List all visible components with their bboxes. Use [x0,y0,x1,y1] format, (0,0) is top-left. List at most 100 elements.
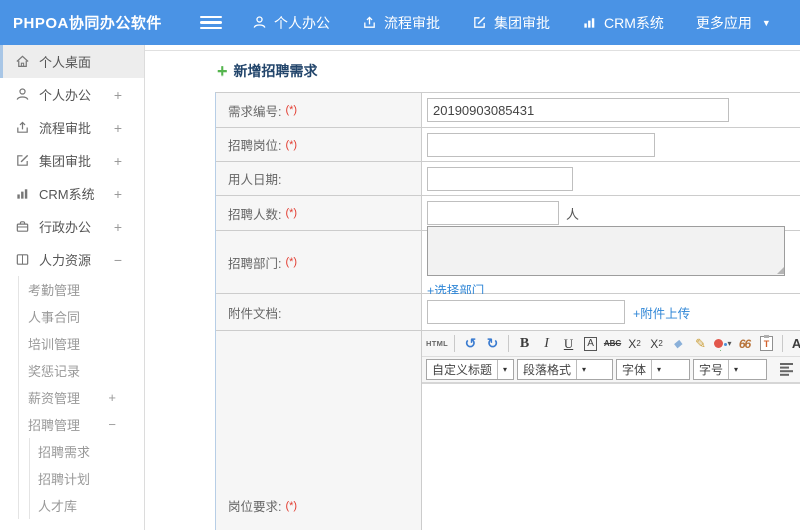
expand-plus-icon[interactable]: + [114,87,122,103]
subitem-label: 人事合同 [28,310,81,325]
sidebar-subitem-recruit-demand[interactable]: 招聘需求 [30,438,144,465]
sidebar-subitem-rewards[interactable]: 奖惩记录 [19,357,144,384]
editor-content-area[interactable] [422,384,800,530]
subitem-label: 薪资管理 [28,391,81,406]
form-row-attachment: 附件文档: +附件上传 [216,293,800,330]
custom-heading-select[interactable]: 自定义标题 ▾ [426,359,514,380]
bold-button[interactable]: B [515,333,534,354]
sidebar-item-personal-desktop[interactable]: 个人桌面 [0,45,144,78]
required-mark: (*) [285,499,298,512]
sidebar-subitem-salary[interactable]: 薪资管理 + [19,384,144,411]
label-text: 附件文档: [228,306,282,321]
hire-date-input[interactable] [427,166,573,191]
home-icon [14,54,30,70]
toolbar-separator [508,335,510,352]
redo-button[interactable]: ↻ [483,333,502,354]
font-color-button[interactable]: A▾ [789,333,800,354]
sidebar-subitem-recruit-plan[interactable]: 招聘计划 [30,465,144,492]
underline-button[interactable]: U [559,333,578,354]
sidebar-subitem-training[interactable]: 培训管理 [19,330,144,357]
topnav-personal-office[interactable]: 个人办公 [252,13,330,33]
select-value: 字体 [622,363,647,377]
headcount-input[interactable] [427,201,559,225]
clipboard-icon: T [760,335,774,351]
hamburger-menu-icon[interactable] [200,13,222,33]
paste-button[interactable]: T [757,333,776,354]
department-textarea[interactable] [427,225,785,276]
editor-toolbar: HTML ↺ ↻ B I U A ABC X2 X 2 ◆ ✎ ▾ 66 T A… [422,331,800,384]
subitem-label: 招聘计划 [38,472,91,487]
strikethrough-button[interactable]: ABC [603,333,622,354]
resize-handle[interactable] [777,266,784,274]
field-label: 附件文档: [216,294,422,330]
demand-number-input[interactable] [427,98,729,122]
briefcase-icon [14,219,30,235]
subitem-label: 招聘管理 [28,418,81,433]
upload-attachment-link[interactable]: +附件上传 [633,303,690,322]
expand-plus-icon[interactable]: + [114,186,122,202]
html-source-button[interactable]: HTML [426,333,448,354]
flow-icon [362,15,377,30]
font-family-select[interactable]: 字体 ▾ [616,359,690,380]
collapse-minus-icon[interactable]: − [114,252,122,268]
sidebar-item-label: 个人办公 [39,88,92,103]
caret-down-icon: ▾ [497,360,512,379]
edit-icon [472,15,487,30]
sidebar-subitem-attendance[interactable]: 考勤管理 [19,276,144,303]
expand-plus-icon[interactable]: + [114,120,122,136]
field-label: 用人日期: [216,162,422,195]
topnav-label: CRM系统 [604,14,664,31]
sidebar-item-admin-office[interactable]: 行政办公 + [0,210,144,243]
position-input[interactable] [427,132,655,157]
label-text: 需求编号: [228,104,282,119]
collapse-minus-icon[interactable]: − [108,417,116,432]
sidebar-item-label: 个人桌面 [39,55,92,70]
sidebar: 个人桌面 个人办公 + 流程审批 + 集团审批 + CRM系统 + 行政办公 +… [0,45,145,530]
subitem-label: 招聘需求 [38,445,91,460]
subscript-button[interactable]: X2 [647,333,666,354]
topnav-crm-system[interactable]: CRM系统 [582,13,664,33]
undo-button[interactable]: ↺ [461,333,480,354]
italic-button[interactable]: I [537,333,556,354]
align-left-icon[interactable] [779,362,795,378]
topnav-group-approval[interactable]: 集团审批 [472,13,550,33]
font-size-select[interactable]: 字号 ▾ [693,359,767,380]
paragraph-format-select[interactable]: 段落格式 ▾ [517,359,613,380]
required-mark: (*) [285,104,298,116]
font-style-button[interactable]: A [581,333,600,354]
expand-plus-icon[interactable]: + [114,219,122,235]
topnav-label: 流程审批 [384,14,440,31]
book-icon [14,252,30,268]
topnav-workflow-approval[interactable]: 流程审批 [362,13,440,33]
app-logo: PHPOA协同办公软件 [13,15,162,32]
sidebar-subitem-talent-pool[interactable]: 人才库 [30,492,144,519]
top-bar: PHPOA协同办公软件 个人办公 流程审批 集团审批 CRM系统 更多应用 ▼ [0,0,800,45]
required-mark: (*) [285,256,298,268]
field-label: 招聘部门: (*) [216,231,422,293]
sidebar-item-crm-system[interactable]: CRM系统 + [0,177,144,210]
sidebar-item-workflow-approval[interactable]: 流程审批 + [0,111,144,144]
superscript-button[interactable]: X2 [625,333,644,354]
caret-down-icon[interactable]: ▼ [762,18,771,28]
blockquote-button[interactable]: 66 [735,333,754,354]
edit-icon [14,153,30,169]
sidebar-subitem-recruitment[interactable]: 招聘管理 − [19,411,144,438]
attachment-input[interactable] [427,300,625,324]
topnav-more-apps[interactable]: 更多应用 [696,13,752,33]
select-value: 字号 [699,363,724,377]
color-palette-icon [713,339,723,348]
format-brush-icon[interactable]: ✎ [691,333,710,354]
sidebar-item-human-resources[interactable]: 人力资源 − [0,243,144,276]
topnav-label: 更多应用 [695,14,752,31]
sidebar-item-personal-office[interactable]: 个人办公 + [0,78,144,111]
field-label: 招聘岗位: (*) [216,128,422,161]
field-label: 需求编号: (*) [216,93,422,127]
sidebar-subitem-hr-contract[interactable]: 人事合同 [19,303,144,330]
eraser-icon[interactable]: ◆ [667,333,690,354]
main-content: + 新增招聘需求 需求编号: (*) 招聘岗位: (*) [145,45,800,530]
expand-plus-icon[interactable]: + [108,390,116,405]
expand-plus-icon[interactable]: + [114,153,122,169]
caret-down-icon: ▾ [651,360,666,379]
sidebar-item-group-approval[interactable]: 集团审批 + [0,144,144,177]
color-palette-button[interactable]: ▾ [713,333,732,354]
